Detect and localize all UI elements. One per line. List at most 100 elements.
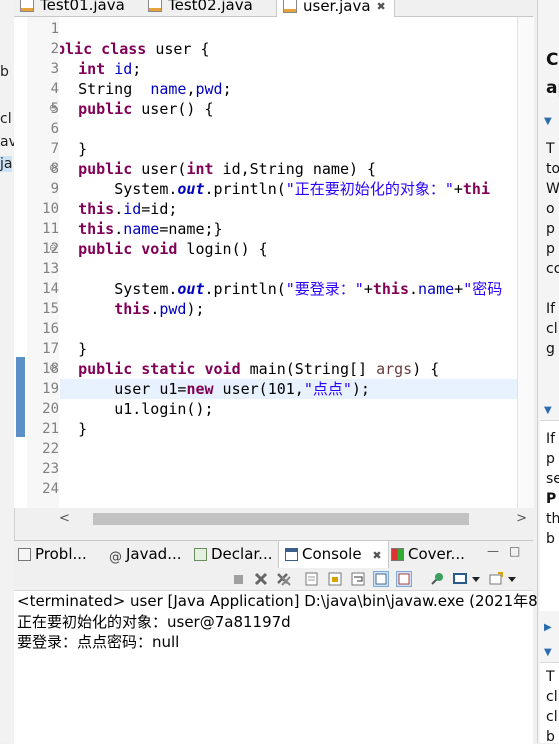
code-line: this.name=name;} — [78, 220, 223, 238]
help-text: co — [546, 261, 559, 277]
left-strip-text[interactable]: ja — [0, 156, 13, 172]
console-toolbar — [14, 568, 533, 590]
scroll-right-icon[interactable]: > — [516, 510, 527, 528]
console-line: 要登录：点点密码：null — [17, 633, 180, 651]
help-text: p — [546, 451, 555, 467]
word-wrap-icon[interactable] — [350, 571, 366, 587]
tab-console[interactable]: Console ✖ — [278, 541, 389, 568]
tab-label: Test02.java — [168, 0, 253, 14]
tab-coverage[interactable]: Cover... — [391, 541, 465, 568]
help-text: cl — [546, 689, 558, 705]
left-strip-text: b — [0, 64, 9, 80]
chevron-down-icon[interactable] — [470, 571, 486, 587]
line-number: 2 — [50, 41, 59, 57]
coverage-icon — [391, 548, 404, 561]
line-number: 24 — [42, 481, 59, 497]
line-number-gutter: 1 2 3 4 5 6 7 8 9 10 11 12 13 14 15 16 1… — [27, 17, 59, 508]
code-line: System.out.println("正在要初始化的对象："+thi — [114, 180, 490, 198]
code-line: this.pwd); — [114, 300, 205, 318]
help-text: to — [546, 161, 559, 177]
show-on-stdout-icon[interactable] — [373, 571, 389, 587]
line-number: 11 — [42, 221, 59, 237]
help-text: se — [546, 471, 559, 487]
chevron-down-icon[interactable]: ▼ — [544, 116, 552, 127]
pin-console-icon[interactable] — [429, 571, 445, 587]
maximize-icon[interactable]: □ — [509, 544, 520, 558]
help-text: T — [546, 141, 555, 157]
line-number: 7 — [50, 141, 59, 157]
help-heading: Cr — [546, 50, 559, 70]
code-line: this.id=id; — [78, 200, 178, 218]
line-number: 4 — [50, 81, 59, 97]
java-file-icon — [283, 0, 297, 13]
close-icon[interactable]: ✖ — [372, 549, 381, 562]
help-text: b — [546, 531, 555, 547]
line-number: 10 — [42, 201, 59, 217]
java-file-icon — [20, 0, 34, 12]
line-number: 19 — [42, 381, 59, 397]
tab-label: Test01.java — [40, 0, 125, 14]
help-text: If — [546, 431, 556, 447]
vertical-scrollbar[interactable] — [517, 17, 534, 508]
help-text: p — [546, 241, 555, 257]
minimize-icon[interactable]: — — [487, 544, 499, 558]
tab-label: Declar... — [211, 545, 273, 563]
line-number: 22 — [42, 441, 59, 457]
line-number: 20 — [42, 401, 59, 417]
java-file-icon — [148, 0, 162, 12]
tab-declaration[interactable]: Declar... — [194, 541, 272, 568]
change-marker — [16, 357, 25, 437]
close-icon[interactable]: ✖ — [377, 0, 386, 13]
chevron-down-icon[interactable]: ▼ — [544, 405, 552, 416]
code-area[interactable]: blic class user { int id; String name,pw… — [60, 17, 533, 508]
code-line: } — [78, 140, 88, 158]
tab-user-java[interactable]: user.java ✖ — [276, 0, 395, 17]
javadoc-icon: @ — [109, 550, 122, 565]
code-line: int id; — [78, 60, 142, 78]
tab-label: Javad... — [126, 545, 182, 563]
tab-javadoc[interactable]: @ Javad... — [109, 541, 182, 568]
line-number: 6 — [50, 121, 59, 137]
code-line: u1.login(); — [114, 400, 214, 418]
declaration-icon — [194, 548, 207, 561]
open-console-icon[interactable] — [488, 571, 504, 587]
fold-toggle-icon[interactable]: ⊖ — [49, 359, 57, 379]
tab-label: Probl... — [35, 545, 87, 563]
clear-console-icon[interactable] — [304, 571, 320, 587]
overview-ruler — [14, 17, 27, 508]
tab-test02[interactable]: Test02.java — [148, 0, 253, 16]
help-text: b — [546, 729, 555, 743]
line-number: 16 — [42, 321, 59, 337]
terminate-icon[interactable] — [230, 571, 246, 587]
tab-problems[interactable]: Probl... — [18, 541, 87, 568]
code-line: public void login() { — [78, 240, 268, 258]
fold-toggle-icon[interactable]: ⊖ — [49, 99, 57, 119]
tab-test01[interactable]: Test01.java — [20, 0, 125, 16]
code-line: public static void main(String[] args) { — [78, 360, 440, 378]
horizontal-scrollbar[interactable]: < > — [59, 510, 533, 528]
help-text: P — [546, 491, 557, 507]
chevron-down-icon[interactable]: ▼ — [544, 647, 552, 658]
scroll-lock-icon[interactable] — [327, 571, 343, 587]
chevron-down-icon[interactable] — [506, 571, 522, 587]
code-editor[interactable]: 1 2 3 4 5 6 7 8 9 10 11 12 13 14 15 16 1… — [14, 17, 533, 528]
help-text: o — [546, 201, 555, 217]
fold-toggle-icon[interactable]: ⊖ — [49, 239, 57, 259]
display-selected-console-icon[interactable] — [452, 571, 468, 587]
help-text: g — [546, 341, 555, 357]
console-icon — [285, 548, 298, 561]
help-text: p — [546, 221, 555, 237]
fold-toggle-icon[interactable]: ⊖ — [49, 159, 57, 179]
remove-launch-icon[interactable] — [253, 571, 269, 587]
code-line: System.out.println("要登录："+this.name+"密码 — [114, 280, 503, 298]
remove-all-terminated-icon[interactable] — [276, 571, 292, 587]
tab-label: Console — [302, 545, 362, 563]
chevron-right-icon[interactable]: ▶ — [544, 622, 552, 633]
line-number: 17 — [42, 341, 59, 357]
console-output[interactable]: <terminated> user [Java Application] D:\… — [14, 590, 559, 744]
help-text: W — [546, 181, 559, 197]
show-on-stderr-icon[interactable] — [396, 571, 412, 587]
scrollbar-thumb[interactable] — [93, 513, 469, 525]
code-line: blic class user { — [60, 40, 210, 58]
scroll-left-icon[interactable]: < — [59, 510, 70, 528]
